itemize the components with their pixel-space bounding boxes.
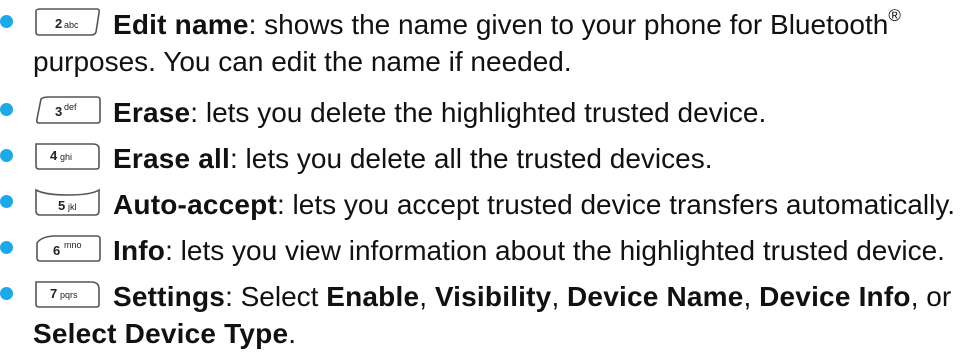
svg-text:4: 4 bbox=[50, 148, 58, 163]
option-select-device-type: Select Device Type bbox=[33, 318, 289, 349]
svg-text:6: 6 bbox=[53, 243, 60, 258]
svg-text:2: 2 bbox=[55, 16, 62, 31]
svg-text:pqrs: pqrs bbox=[60, 290, 78, 300]
key-4-icon: 4 ghi bbox=[33, 141, 103, 171]
key-6-icon: 6 mno bbox=[33, 233, 103, 263]
settings-option-list: 2 abc Edit name: shows the name given to… bbox=[0, 0, 977, 362]
key-5-icon: 5 jkl bbox=[33, 187, 103, 217]
bullet-icon bbox=[0, 103, 13, 116]
option-device-info: Device Info bbox=[759, 281, 911, 312]
svg-text:5: 5 bbox=[58, 198, 65, 213]
item-title: Settings bbox=[113, 281, 226, 312]
item-description: : shows the name given to your phone for… bbox=[248, 9, 889, 40]
registered-mark: ® bbox=[888, 5, 901, 25]
item-description: : lets you delete the highlighted truste… bbox=[190, 97, 767, 128]
separator: , bbox=[743, 281, 760, 312]
key-3-icon: 3 def bbox=[33, 95, 103, 125]
item-title: Edit name bbox=[113, 9, 249, 40]
svg-text:7: 7 bbox=[50, 286, 57, 301]
item-title: Auto-accept bbox=[113, 189, 277, 220]
item-description: : lets you view information about the hi… bbox=[165, 235, 945, 266]
key-2-icon: 2 abc bbox=[33, 7, 103, 37]
separator: , bbox=[419, 281, 435, 312]
bullet-icon bbox=[0, 15, 13, 28]
svg-text:jkl: jkl bbox=[67, 202, 77, 212]
item-title: Erase all bbox=[113, 143, 230, 174]
item-description: : Select bbox=[225, 281, 327, 312]
separator: , bbox=[551, 281, 568, 312]
separator: , or bbox=[910, 281, 952, 312]
bullet-icon bbox=[0, 195, 13, 208]
sentence-end: . bbox=[288, 318, 296, 349]
option-enable: Enable bbox=[326, 281, 420, 312]
svg-text:mno: mno bbox=[64, 240, 82, 250]
bullet-icon bbox=[0, 149, 13, 162]
bullet-icon bbox=[0, 241, 13, 254]
key-7-icon: 7 pqrs bbox=[33, 279, 103, 309]
item-description: : lets you accept trusted device transfe… bbox=[277, 189, 956, 220]
svg-text:3: 3 bbox=[55, 104, 62, 119]
item-description: : lets you delete all the trusted device… bbox=[230, 143, 713, 174]
option-device-name: Device Name bbox=[567, 281, 744, 312]
item-description-cont: purposes. You can edit the name if neede… bbox=[33, 46, 572, 77]
item-title: Info bbox=[113, 235, 166, 266]
bullet-icon bbox=[0, 287, 13, 300]
option-visibility: Visibility bbox=[434, 281, 552, 312]
svg-text:abc: abc bbox=[64, 20, 79, 30]
svg-text:def: def bbox=[64, 102, 77, 112]
svg-text:ghi: ghi bbox=[60, 152, 72, 162]
item-title: Erase bbox=[113, 97, 191, 128]
